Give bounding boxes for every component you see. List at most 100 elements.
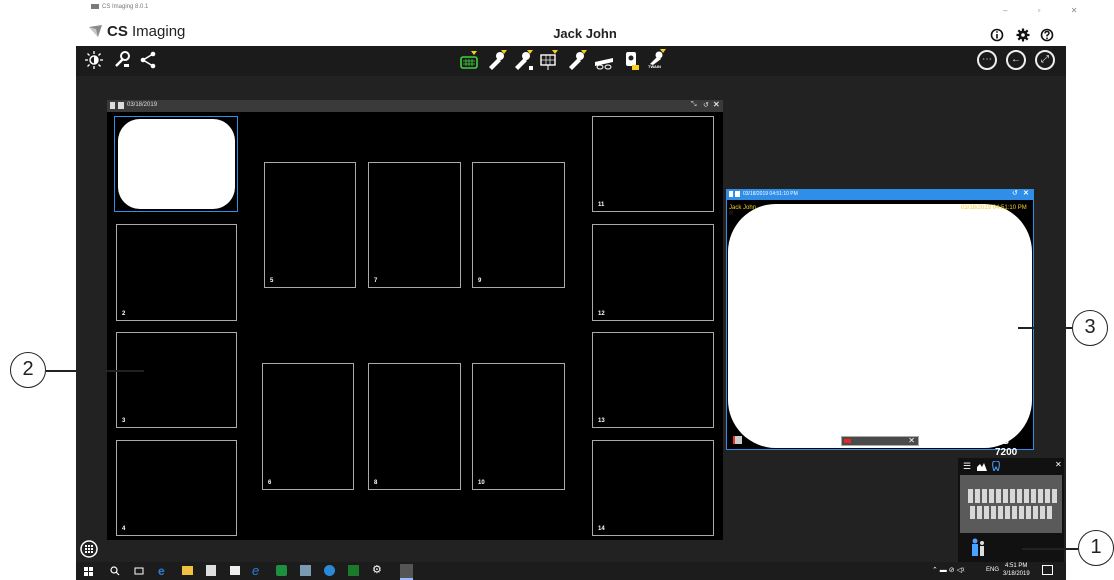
tooth-icon[interactable] <box>992 461 1000 471</box>
window-controls[interactable]: – ▫ ✕ <box>1003 6 1091 15</box>
fullscreen-icon[interactable]: ⤢ <box>1035 50 1055 70</box>
patient-name: Jack John <box>553 26 617 41</box>
panoramic-thumbnail[interactable] <box>960 475 1062 533</box>
file-explorer-icon[interactable] <box>182 566 193 575</box>
viewer-close-icon[interactable]: ✕ <box>1023 189 1029 197</box>
template-slot-3[interactable]: 3 <box>116 332 237 428</box>
app-version-label: CS Imaging 8.0.1 <box>91 4 148 10</box>
viewer-document-icon[interactable] <box>729 191 733 197</box>
template-slot-11[interactable]: 11 <box>592 116 714 212</box>
viewer-progress-bar: ✕ <box>841 436 919 446</box>
callout-3: 3 <box>1072 310 1108 346</box>
acquire-1-icon[interactable] <box>486 49 508 71</box>
windows-start-icon[interactable] <box>84 567 93 576</box>
template-slot-4[interactable]: 4 <box>116 440 237 536</box>
search-icon[interactable] <box>110 566 120 576</box>
close-icon[interactable]: ✕ <box>713 100 720 109</box>
acquire-3-icon[interactable] <box>566 49 588 71</box>
intraoral-sensor-icon[interactable] <box>458 49 480 71</box>
teeth-image <box>960 475 1062 533</box>
viewer-header: 03/18/2019 04:51:10 PM ↺ ✕ <box>726 189 1034 199</box>
collapse-icon[interactable]: ⤡ <box>691 101 697 109</box>
clock-date[interactable]: 3/18/2019 <box>1003 571 1030 577</box>
rotate-icon[interactable]: ↺ <box>703 101 709 109</box>
progress-close-icon[interactable]: ✕ <box>908 436 915 445</box>
clock-time[interactable]: 4:51 PM <box>1005 563 1027 569</box>
slot-number: 5 <box>270 278 274 284</box>
viewer-image <box>728 204 1032 448</box>
share-icon[interactable] <box>138 50 158 70</box>
panoramic-icon[interactable] <box>593 49 615 71</box>
list-icon[interactable]: ☰ <box>963 461 971 472</box>
app-logo: CS Imaging <box>88 23 185 40</box>
edge-icon[interactable]: e <box>158 564 165 578</box>
slot-number: 11 <box>598 202 605 208</box>
viewer-save-icon[interactable] <box>735 191 740 197</box>
callout-1-line <box>1022 548 1078 550</box>
settings-gear-icon[interactable]: ⚙ <box>372 563 382 576</box>
settings-icon[interactable] <box>1016 28 1030 42</box>
app-icon-1[interactable] <box>276 565 287 576</box>
viewer-rotate-icon[interactable]: ↺ <box>1012 189 1018 197</box>
template-slot-8[interactable]: 8 <box>368 363 461 490</box>
slot-number: 6 <box>268 480 272 486</box>
excel-icon[interactable] <box>348 565 359 576</box>
app-icon-2[interactable] <box>300 565 311 576</box>
progress-fill <box>844 439 851 443</box>
twain-icon <box>650 49 666 65</box>
tools-icon[interactable] <box>112 50 132 70</box>
document-icon[interactable] <box>110 102 115 109</box>
store-icon[interactable] <box>206 565 216 576</box>
save-icon[interactable] <box>118 102 124 109</box>
slot-number: 7 <box>374 278 378 284</box>
internet-explorer-icon[interactable]: e <box>252 563 259 578</box>
template-header: 03/18/2019 ⤡ ↺ ✕ <box>107 100 723 112</box>
image-viewer[interactable]: Jack John R 03/18/2019 04:51:10 PM ✕ CS … <box>726 199 1034 458</box>
template-slot-7[interactable]: 7 <box>368 162 461 288</box>
template-slot-13[interactable]: 13 <box>592 332 714 428</box>
template-slot-14[interactable]: 14 <box>592 440 714 536</box>
twain-tool[interactable]: TWAIN <box>646 49 668 71</box>
notifications-icon[interactable] <box>1042 565 1053 575</box>
slot-number: 14 <box>598 526 605 532</box>
device-label: CS 7200 <box>995 436 1018 458</box>
viewer-title: 03/18/2019 04:51:10 PM <box>743 191 798 197</box>
twain-label: TWAIN <box>648 64 661 69</box>
acquire-2-icon[interactable] <box>512 49 534 71</box>
chart-icon[interactable] <box>977 462 987 471</box>
skype-icon[interactable] <box>324 565 335 576</box>
acquire-template-icon[interactable] <box>538 49 560 71</box>
template-slot-12[interactable]: 12 <box>592 224 714 321</box>
template-slot-1[interactable] <box>114 116 238 212</box>
xray-image-placeholder <box>118 119 235 209</box>
callout-2: 2 <box>10 352 46 388</box>
grid-menu-icon[interactable] <box>80 540 98 558</box>
app-small-logo-icon <box>91 4 99 9</box>
template-slot-10[interactable]: 10 <box>472 363 565 490</box>
template-slot-6[interactable]: 6 <box>262 363 354 490</box>
help-icon[interactable] <box>1040 28 1054 42</box>
template-slot-2[interactable]: 2 <box>116 224 237 321</box>
more-icon[interactable]: ⋯ <box>977 50 997 70</box>
logo-text-bold: CS <box>107 23 128 40</box>
app-version-text: CS Imaging 8.0.1 <box>102 4 149 11</box>
template-slot-5[interactable]: 5 <box>264 162 356 288</box>
brightness-icon[interactable] <box>84 50 104 70</box>
cs-imaging-taskbar-icon[interactable] <box>400 564 413 580</box>
tray-icons[interactable]: ⌃ ▬ ⊘ ◁ᵡ <box>932 566 964 574</box>
intraoral-camera-icon[interactable] <box>620 49 642 71</box>
info-icon[interactable] <box>990 28 1004 42</box>
mail-icon[interactable] <box>230 566 240 575</box>
slot-number: 4 <box>122 526 126 532</box>
patient-icon[interactable] <box>970 538 986 556</box>
back-icon[interactable]: ← <box>1006 50 1026 70</box>
report-icon[interactable] <box>733 436 742 444</box>
callout-3-line <box>1018 327 1072 329</box>
slot-number: 9 <box>478 278 482 284</box>
template-slot-9[interactable]: 9 <box>472 162 565 288</box>
thumbnail-close-icon[interactable]: ✕ <box>1055 460 1062 469</box>
task-view-icon[interactable] <box>134 566 144 576</box>
language-indicator[interactable]: ENG <box>986 567 999 573</box>
orientation-mark: R <box>729 211 734 217</box>
slot-number: 8 <box>374 480 378 486</box>
